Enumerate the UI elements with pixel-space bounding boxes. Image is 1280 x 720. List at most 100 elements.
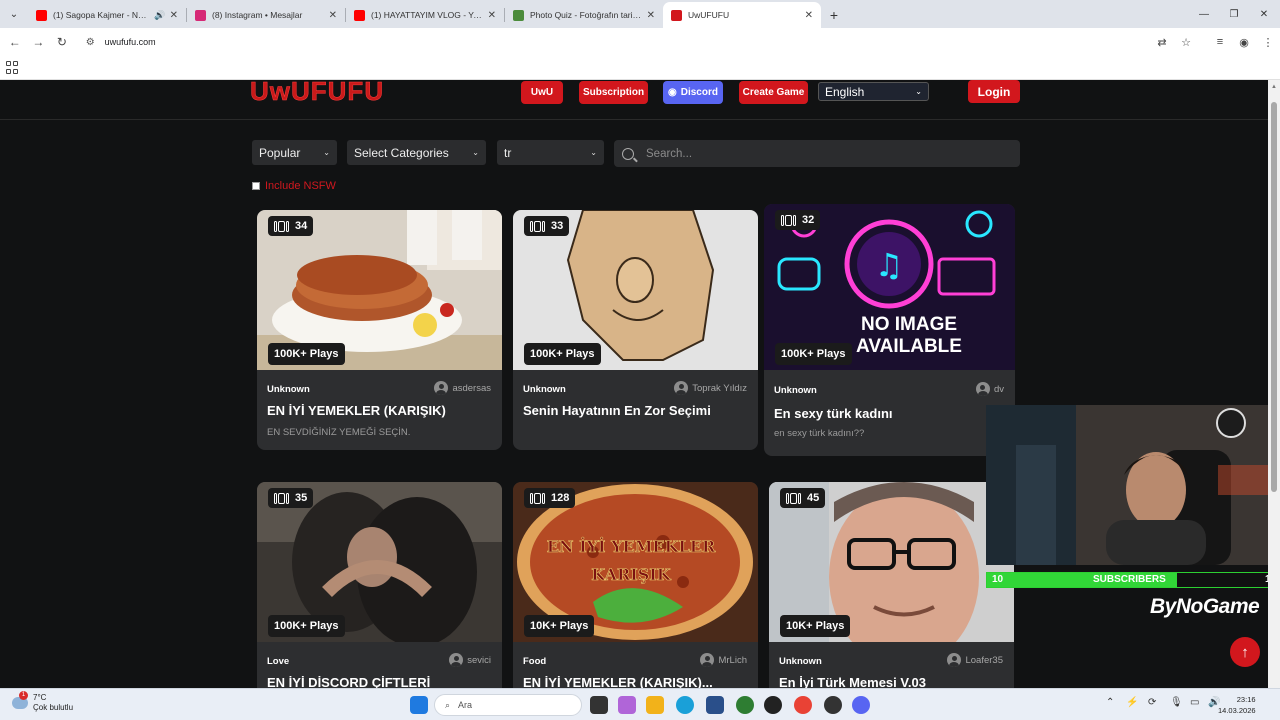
restore-icon[interactable]: ❐ <box>1218 0 1250 28</box>
card-author[interactable]: MrLich <box>700 653 747 667</box>
obs-icon[interactable] <box>764 696 782 714</box>
reload-icon[interactable]: ↻ <box>50 30 74 54</box>
discord-button[interactable]: ◉ Discord <box>663 81 723 104</box>
language-select[interactable]: English ⌄ <box>818 82 929 101</box>
site-info-icon[interactable]: ⚙ <box>86 37 95 48</box>
cards-icon <box>530 220 545 232</box>
windows-start-icon[interactable] <box>410 696 428 714</box>
author-name: MrLich <box>718 654 747 666</box>
game-card[interactable]: 35 100K+ Plays Love sevici EN İYİ DİSCORD Çİ… <box>257 482 502 688</box>
avatar-icon <box>975 382 990 396</box>
translate-icon[interactable]: ⇄ <box>1150 36 1174 49</box>
category-value: Select Categories <box>354 145 449 160</box>
page-scrollbar[interactable]: ▲ <box>1268 80 1280 688</box>
window-close-icon[interactable]: ✕ <box>1248 0 1280 28</box>
nsfw-checkbox[interactable] <box>252 182 260 190</box>
card-author[interactable]: Loafer35 <box>947 653 1003 667</box>
tab-title: UwUFUFU <box>688 10 730 20</box>
card-title[interactable]: En İyi Türk Memesi V.03 <box>779 675 1007 688</box>
cards-icon <box>530 492 545 504</box>
forward-icon[interactable]: → <box>27 30 51 54</box>
game-card[interactable]: EN İYİ YEMEKLER KARIŞIK 128 10K+ Plays Food M… <box>513 482 758 688</box>
scroll-top-button[interactable]: ↑ <box>1230 637 1260 667</box>
menu-icon[interactable]: ⋮ <box>1256 36 1280 49</box>
card-title[interactable]: EN İYİ DİSCORD ÇİFTLERİ <box>267 675 495 688</box>
close-icon[interactable]: ✕ <box>488 10 496 21</box>
sort-select[interactable]: Popular ⌄ <box>252 140 337 165</box>
tab-list-icon[interactable]: ≡ <box>1208 36 1232 48</box>
network-icon[interactable]: ⚡ <box>1126 697 1138 708</box>
close-icon[interactable]: ✕ <box>329 10 337 21</box>
task-view-icon[interactable] <box>590 696 608 714</box>
store-icon[interactable] <box>706 696 724 714</box>
search-input[interactable]: Search... <box>614 140 1020 167</box>
item-count: 128 <box>551 492 570 504</box>
tab-search-chevron-icon[interactable]: ⌄ <box>0 0 28 28</box>
weather-desc: Çok bulutlu <box>33 703 74 712</box>
card-author[interactable]: Toprak Yıldız <box>674 381 747 395</box>
edge-icon[interactable] <box>676 696 694 714</box>
plays-badge: 100K+ Plays <box>524 343 601 365</box>
card-author[interactable]: sevici <box>449 653 491 667</box>
profile-icon[interactable]: ◉ <box>1232 36 1256 49</box>
game-card[interactable]: 33 100K+ Plays Unknown Toprak Yıldız Senin H… <box>513 210 758 450</box>
nsfw-toggle[interactable]: Include NSFW <box>252 180 336 192</box>
update-icon[interactable]: ⟳ <box>1148 697 1156 708</box>
card-title[interactable]: EN İYİ YEMEKLER (KARIŞIK)... <box>523 675 751 688</box>
monitor-icon[interactable]: ▭ <box>1190 697 1199 708</box>
browser-tab[interactable]: (1) Sagopa Kajmer - Neyse 🔊 ✕ <box>28 2 186 28</box>
avatar-icon <box>434 381 449 395</box>
close-icon[interactable]: ✕ <box>647 10 655 21</box>
address-bar[interactable]: ⚙ uwufufu.com <box>79 31 1150 53</box>
copilot-icon[interactable] <box>618 696 636 714</box>
chevron-down-icon: ⌄ <box>915 87 922 96</box>
webcam-overlay <box>986 405 1280 565</box>
card-title[interactable]: EN İYİ YEMEKLER (KARIŞIK) <box>267 403 495 418</box>
scroll-thumb[interactable] <box>1271 102 1277 492</box>
mic-icon[interactable]: 🎙 <box>1170 697 1183 708</box>
weather-widget[interactable]: 7°C Çok bulutlu <box>12 691 74 713</box>
close-icon[interactable]: ✕ <box>805 10 813 21</box>
card-author[interactable]: dv <box>975 382 1004 396</box>
app2-icon[interactable] <box>824 696 842 714</box>
card-category: Unknown <box>779 656 822 667</box>
game-card[interactable]: 34 100K+ Plays Unknown asdersas EN İYİ YEMEK… <box>257 210 502 450</box>
card-title[interactable]: Senin Hayatının En Zor Seçimi <box>523 403 751 418</box>
author-name: Toprak Yıldız <box>692 382 747 394</box>
card-author[interactable]: asdersas <box>434 381 491 395</box>
taskbar-search[interactable]: ⌕ Ara <box>434 694 582 716</box>
back-icon[interactable]: ← <box>3 30 27 54</box>
scroll-up-icon[interactable]: ▲ <box>1271 84 1277 90</box>
login-button[interactable]: Login <box>968 80 1020 103</box>
subscription-button[interactable]: Subscription <box>579 81 648 104</box>
browser-tab[interactable]: (8) Instagram • Mesajlar ✕ <box>187 2 345 28</box>
language-filter-select[interactable]: tr ⌄ <box>497 140 604 165</box>
file-explorer-icon[interactable] <box>646 696 664 714</box>
create-game-button[interactable]: Create Game <box>739 81 808 104</box>
game-card[interactable]: ♫ NO IMAGE AVAILABLE 32 100K+ Plays Unknown dv… <box>764 204 1015 456</box>
card-title[interactable]: En sexy türk kadını <box>774 406 1002 421</box>
game-card[interactable]: 45 10K+ Plays Unknown Loafer35 En İyi Türk M… <box>769 482 1014 688</box>
browser-tab[interactable]: Photo Quiz - Fotoğrafın tarihini ✕ <box>505 2 663 28</box>
site-logo[interactable]: UwUFUFU <box>250 80 384 104</box>
taskbar: 7°C Çok bulutlu ⌕ Ara ⌃ ⚡ ⟳ 🎙 ▭ 🔊 23:16 … <box>0 688 1280 720</box>
tray-chevron-icon[interactable]: ⌃ <box>1106 697 1114 708</box>
close-icon[interactable]: ✕ <box>170 10 178 21</box>
nsfw-label: Include NSFW <box>265 180 336 192</box>
browser-tab[interactable]: UwUFUFU ✕ <box>663 2 821 28</box>
apps-grid-icon[interactable] <box>6 60 20 75</box>
category-select[interactable]: Select Categories ⌄ <box>347 140 486 165</box>
uwu-button[interactable]: UwU <box>521 81 563 104</box>
clock[interactable]: 23:16 14.03.2026 <box>1218 694 1256 716</box>
chrome-icon[interactable] <box>794 696 812 714</box>
speaker-icon[interactable]: 🔊 <box>154 10 165 21</box>
new-tab-button[interactable]: + <box>821 2 847 28</box>
no-image-text-2: AVAILABLE <box>856 336 962 357</box>
app-icon[interactable] <box>736 696 754 714</box>
item-count-badge: 128 <box>524 488 576 508</box>
minimize-icon[interactable]: — <box>1188 0 1220 28</box>
browser-tab[interactable]: (1) HAYATTAYIM VLOG - YouTube ✕ <box>346 2 504 28</box>
bookmark-star-icon[interactable]: ☆ <box>1174 36 1198 49</box>
discord-taskbar-icon[interactable] <box>852 696 870 714</box>
item-count-badge: 35 <box>268 488 314 508</box>
